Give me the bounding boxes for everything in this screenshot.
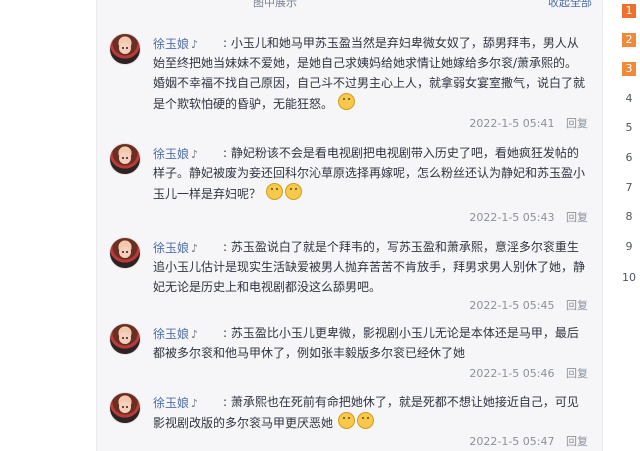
- avatar[interactable]: [109, 237, 141, 269]
- rank-number[interactable]: 5: [622, 121, 636, 135]
- reply-button[interactable]: 回复: [566, 435, 588, 448]
- rank-number[interactable]: 4: [622, 92, 636, 106]
- smile-emoji-icon: [337, 93, 355, 110]
- rank-number[interactable]: 1: [622, 4, 636, 18]
- left-gutter: [0, 0, 96, 451]
- comment-text: : 静妃粉该不会是看电视剧把电视剧带入历史了吧，看她疯狂发帖的样子。静妃被废为妾…: [153, 146, 586, 201]
- grin-emoji-icon: [284, 183, 302, 200]
- comment-text: : 萧承熙也在死前有命把她休了，就是死都不想让她接近自己，可见影视剧改版的多尔衮…: [153, 395, 579, 430]
- avatar[interactable]: [109, 392, 141, 424]
- top-strip: 图中展示 收起全部: [97, 0, 602, 12]
- comment-time: 2022-1-5 05:43: [469, 211, 555, 224]
- comment-panel: 图中展示 收起全部 徐玉娘 ♪ : 小玉儿和她马甲苏玉盈当然是弃妇卑微女奴了，舔男…: [96, 0, 603, 451]
- avatar[interactable]: [109, 33, 141, 65]
- rank-number[interactable]: 7: [622, 181, 636, 195]
- avatar[interactable]: [109, 323, 141, 355]
- surprised-emoji-icon: [356, 412, 374, 429]
- rank-number[interactable]: 9: [622, 240, 636, 254]
- rank-number[interactable]: 3: [622, 62, 636, 76]
- reply-button[interactable]: 回复: [566, 211, 588, 224]
- top-strip-left-text: 图中展示: [253, 0, 297, 9]
- smile-emoji-icon: [265, 183, 283, 200]
- comment-time: 2022-1-5 05:47: [469, 435, 555, 448]
- comment-text: : 苏玉盈说白了就是个拜韦的，写苏玉盈和萧承熙，意淫多尔衮重生追小玉儿估计是现实…: [153, 240, 586, 294]
- comment-time: 2022-1-5 05:41: [469, 117, 555, 130]
- rank-number[interactable]: 6: [622, 151, 636, 165]
- rank-number[interactable]: 2: [622, 33, 636, 47]
- comment-meta: 2022-1-5 05:43 回复: [469, 209, 588, 225]
- comment-meta: 2022-1-5 05:47 回复: [469, 433, 588, 449]
- rank-number[interactable]: 8: [622, 210, 636, 224]
- ranking-sidebar: 1 2 3 4 5 6 7 8 9 10: [604, 0, 640, 451]
- comment-text: : 小玉儿和她马甲苏玉盈当然是弃妇卑微女奴了，舔男拜韦，男人从始至终把她当妹妹不…: [153, 36, 586, 111]
- comment-meta: 2022-1-5 05:45 回复: [469, 297, 588, 313]
- comment-time: 2022-1-5 05:46: [469, 367, 555, 380]
- reply-button[interactable]: 回复: [566, 117, 588, 130]
- comment-time: 2022-1-5 05:45: [469, 299, 555, 312]
- avatar[interactable]: [109, 143, 141, 175]
- comment-meta: 2022-1-5 05:41 回复: [469, 115, 588, 131]
- collapse-all-link[interactable]: 收起全部: [548, 0, 592, 10]
- rank-number[interactable]: 10: [622, 271, 636, 285]
- reply-button[interactable]: 回复: [566, 299, 588, 312]
- reply-button[interactable]: 回复: [566, 367, 588, 380]
- comment-text: : 苏玉盈比小玉儿更卑微，影视剧小玉儿无论是本体还是马甲，最后都被多尔衮和他马甲…: [153, 326, 579, 360]
- surprised-emoji-icon: [337, 412, 355, 429]
- comment-meta: 2022-1-5 05:46 回复: [469, 365, 588, 381]
